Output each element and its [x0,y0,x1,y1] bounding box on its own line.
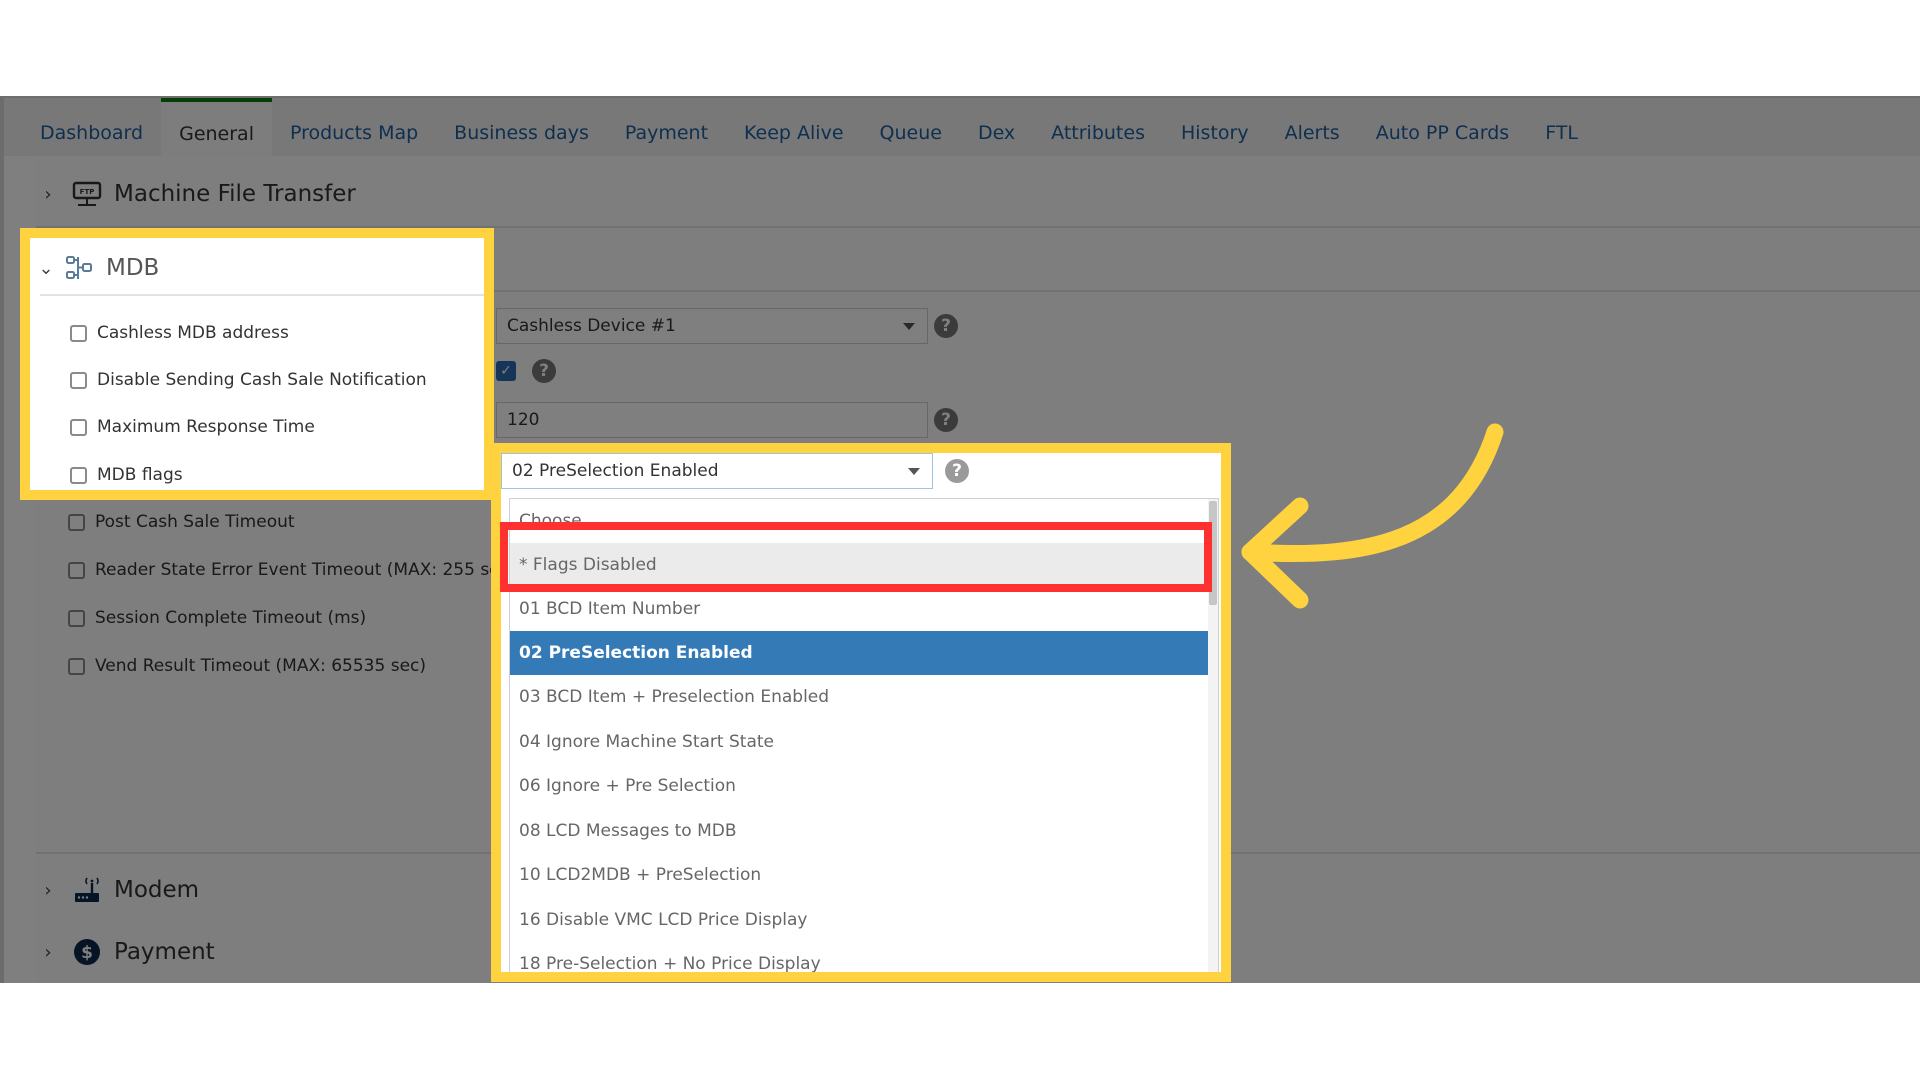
dollar-circle-icon: $ [70,937,104,967]
tab-auto-pp-cards[interactable]: Auto PP Cards [1358,98,1527,156]
tab-queue[interactable]: Queue [862,98,960,156]
chevron-down-icon: ⌄ [38,257,54,279]
setting-row-cashless-mdb-address: Cashless MDB address [70,318,289,348]
setting-checkbox[interactable] [68,513,85,531]
tab-ftl[interactable]: FTL [1527,98,1596,156]
chevron-right-icon: › [44,941,52,963]
connection-nodes-icon [62,253,96,283]
dropdown-option[interactable]: 18 Pre-Selection + No Price Display [510,942,1218,972]
dropdown-option[interactable]: 16 Disable VMC LCD Price Display [510,898,1218,942]
section-mdb[interactable]: ⌄ MDB [30,250,484,286]
setting-checkbox[interactable] [70,371,87,389]
tab-attributes[interactable]: Attributes [1033,98,1163,156]
section-title: Payment [114,939,215,965]
caret-down-icon [903,323,915,330]
setting-checkbox[interactable] [70,418,87,436]
tab-products-map[interactable]: Products Map [272,98,436,156]
tab-general[interactable]: General [161,98,272,156]
ftp-folder-icon: FTP [70,179,104,209]
setting-checkbox[interactable] [68,561,85,579]
scrollbar-thumb[interactable] [1209,501,1217,605]
tab-keep-alive[interactable]: Keep Alive [726,98,861,156]
svg-text:FTP: FTP [80,188,95,196]
setting-row-mdb-flags: MDB flags [70,460,183,490]
left-rail [0,98,4,983]
section-title: Machine File Transfer [114,181,356,207]
cashless-address-select[interactable]: Cashless Device #1 [496,308,928,344]
divider [40,294,484,296]
dropdown-option-placeholder[interactable]: Choose... [510,499,1218,543]
router-icon [70,875,104,905]
help-icon[interactable]: ? [532,359,556,383]
setting-row-disable-cash-sale-notification: Disable Sending Cash Sale Notification [70,365,427,395]
dropdown-option[interactable]: 01 BCD Item Number [510,587,1218,631]
section-machine-file-transfer[interactable]: › FTP Machine File Transfer [36,176,1920,212]
tab-bar: Dashboard General Products Map Business … [4,98,1920,156]
disable-cash-sale-checkbox[interactable]: ✓ [496,361,516,381]
setting-row-vend-result-timeout: Vend Result Timeout (MAX: 65535 sec) [68,651,426,681]
dropdown-option-flags-disabled[interactable]: * Flags Disabled [510,543,1218,587]
section-title: Modem [114,877,200,903]
tab-business-days[interactable]: Business days [436,98,607,156]
dropdown-option[interactable]: 04 Ignore Machine Start State [510,720,1218,764]
caret-down-icon [908,468,920,475]
mdb-flags-select[interactable]: 02 PreSelection Enabled [501,453,933,489]
dropdown-option[interactable]: 10 LCD2MDB + PreSelection [510,853,1218,897]
svg-text:$: $ [81,943,93,963]
setting-checkbox[interactable] [70,324,87,342]
setting-row-reader-state-error-timeout: Reader State Error Event Timeout (MAX: 2… [68,555,516,585]
chevron-right-icon: › [44,183,52,205]
dropdown-option[interactable]: 08 LCD Messages to MDB [510,809,1218,853]
dropdown-scrollbar[interactable] [1208,499,1218,972]
setting-row-post-cash-sale-timeout: Post Cash Sale Timeout [68,507,295,537]
chevron-right-icon: › [44,879,52,901]
max-response-time-input[interactable]: 120 [496,402,928,438]
mdb-flags-highlight-box: 02 PreSelection Enabled ? Choose... * Fl… [491,443,1231,982]
dropdown-option-selected[interactable]: 02 PreSelection Enabled [510,631,1218,675]
help-icon[interactable]: ? [934,408,958,432]
dropdown-option[interactable]: 03 BCD Item + Preselection Enabled [510,675,1218,719]
setting-checkbox[interactable] [70,466,87,484]
arrow-shaft [1241,423,1504,563]
help-icon[interactable]: ? [934,314,958,338]
dropdown-option[interactable]: 06 Ignore + Pre Selection [510,764,1218,808]
tab-payment[interactable]: Payment [607,98,726,156]
tab-dashboard[interactable]: Dashboard [22,98,161,156]
tab-history[interactable]: History [1163,98,1267,156]
tab-dex[interactable]: Dex [960,98,1033,156]
screenshot-stage: Dashboard General Products Map Business … [0,0,1920,1080]
mdb-highlight-box: ⌄ MDB Cashless MDB address Disable Sendi… [20,228,494,500]
mdb-flags-dropdown-list: Choose... * Flags Disabled 01 BCD Item N… [509,498,1219,972]
setting-checkbox[interactable] [68,609,85,627]
help-icon[interactable]: ? [945,459,969,483]
tab-alerts[interactable]: Alerts [1267,98,1358,156]
section-title: MDB [106,255,160,281]
setting-checkbox[interactable] [68,657,85,675]
curved-arrow-left-icon [1241,423,1504,609]
setting-row-session-complete-timeout: Session Complete Timeout (ms) [68,603,366,633]
setting-row-maximum-response-time: Maximum Response Time [70,412,315,442]
